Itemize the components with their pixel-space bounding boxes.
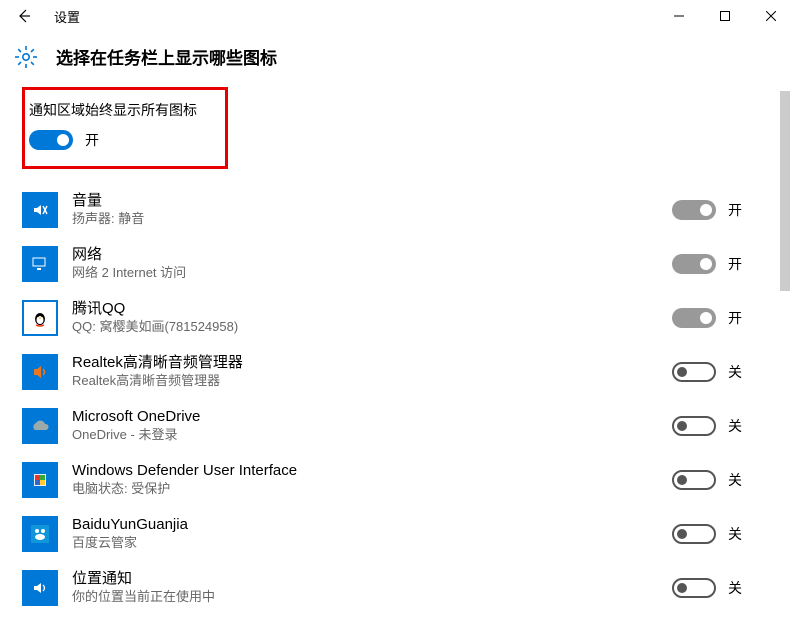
master-toggle-label: 通知区域始终显示所有图标 [29, 100, 215, 120]
scrollbar[interactable] [778, 87, 792, 627]
list-item: 音量扬声器: 静音 开 [22, 183, 772, 237]
item-text: 位置通知你的位置当前正在使用中 [72, 570, 672, 606]
item-subtitle: OneDrive - 未登录 [72, 427, 672, 444]
item-toggle-state: 关 [728, 362, 742, 382]
item-text: 腾讯QQQQ: 窝樱美如画(781524958) [72, 300, 672, 336]
item-text: 网络网络 2 Internet 访问 [72, 246, 672, 282]
item-toggle[interactable] [672, 362, 716, 382]
item-subtitle: 百度云管家 [72, 535, 672, 552]
page-header: 选择在任务栏上显示哪些图标 [0, 32, 794, 87]
list-item: 腾讯QQQQ: 窝樱美如画(781524958) 开 [22, 291, 772, 345]
item-text: Windows Defender User Interface电脑状态: 受保护 [72, 462, 672, 498]
onedrive-icon [22, 408, 58, 444]
item-title: 腾讯QQ [72, 300, 672, 318]
item-toggle[interactable] [672, 578, 716, 598]
location-icon [22, 570, 58, 606]
item-toggle-state: 开 [728, 200, 742, 220]
item-subtitle: 你的位置当前正在使用中 [72, 589, 672, 606]
window-controls [656, 0, 794, 32]
highlight-annotation: 通知区域始终显示所有图标 开 [22, 87, 228, 169]
item-toggle-state: 关 [728, 578, 742, 598]
item-toggle-wrap: 关 [672, 470, 772, 490]
titlebar: 设置 [0, 0, 794, 32]
item-toggle-state: 关 [728, 416, 742, 436]
item-title: 网络 [72, 246, 672, 264]
list-item: Windows Defender User Interface电脑状态: 受保护… [22, 453, 772, 507]
item-subtitle: 电脑状态: 受保护 [72, 481, 672, 498]
list-item: 位置通知你的位置当前正在使用中 关 [22, 561, 772, 615]
volume-icon [22, 192, 58, 228]
item-title: 音量 [72, 192, 672, 210]
baidu-icon [22, 516, 58, 552]
back-button[interactable] [8, 0, 40, 32]
master-toggle-state: 开 [85, 130, 99, 150]
defender-icon [22, 462, 58, 498]
item-toggle-wrap: 开 [672, 254, 772, 274]
item-title: BaiduYunGuanjia [72, 516, 672, 534]
item-subtitle: 扬声器: 静音 [72, 211, 672, 228]
item-toggle-state: 开 [728, 308, 742, 328]
minimize-button[interactable] [656, 0, 702, 32]
item-toggle-wrap: 开 [672, 200, 772, 220]
item-subtitle: QQ: 窝樱美如画(781524958) [72, 319, 672, 336]
item-title: Windows Defender User Interface [72, 462, 672, 480]
item-toggle-state: 开 [728, 254, 742, 274]
item-toggle [672, 200, 716, 220]
item-toggle[interactable] [672, 524, 716, 544]
item-text: Microsoft OneDriveOneDrive - 未登录 [72, 408, 672, 444]
close-button[interactable] [748, 0, 794, 32]
item-toggle [672, 254, 716, 274]
item-toggle[interactable] [672, 416, 716, 436]
item-title: Realtek高清晰音频管理器 [72, 354, 672, 372]
item-title: Microsoft OneDrive [72, 408, 672, 426]
item-subtitle: Realtek高清晰音频管理器 [72, 373, 672, 390]
icon-list: 音量扬声器: 静音开网络网络 2 Internet 访问开腾讯QQQQ: 窝樱美… [22, 183, 772, 615]
scroll-thumb[interactable] [780, 91, 790, 291]
item-toggle-state: 关 [728, 470, 742, 490]
item-text: BaiduYunGuanjia百度云管家 [72, 516, 672, 552]
list-item: Microsoft OneDriveOneDrive - 未登录 关 [22, 399, 772, 453]
item-subtitle: 网络 2 Internet 访问 [72, 265, 672, 282]
item-text: Realtek高清晰音频管理器Realtek高清晰音频管理器 [72, 354, 672, 390]
master-toggle[interactable] [29, 130, 73, 150]
item-toggle-wrap: 关 [672, 524, 772, 544]
maximize-button[interactable] [702, 0, 748, 32]
list-item: 网络网络 2 Internet 访问 开 [22, 237, 772, 291]
page-title: 选择在任务栏上显示哪些图标 [56, 44, 277, 69]
content-area: 通知区域始终显示所有图标 开 音量扬声器: 静音开网络网络 2 Internet… [0, 87, 794, 627]
item-toggle-state: 关 [728, 524, 742, 544]
list-item: Realtek高清晰音频管理器Realtek高清晰音频管理器 关 [22, 345, 772, 399]
item-toggle[interactable] [672, 470, 716, 490]
item-text: 音量扬声器: 静音 [72, 192, 672, 228]
network-icon [22, 246, 58, 282]
realtek-icon [22, 354, 58, 390]
app-title: 设置 [54, 7, 80, 26]
item-title: 位置通知 [72, 570, 672, 588]
qq-icon [22, 300, 58, 336]
list-item: BaiduYunGuanjia百度云管家 关 [22, 507, 772, 561]
settings-gear-icon [14, 45, 38, 69]
item-toggle-wrap: 开 [672, 308, 772, 328]
item-toggle-wrap: 关 [672, 578, 772, 598]
item-toggle-wrap: 关 [672, 416, 772, 436]
item-toggle-wrap: 关 [672, 362, 772, 382]
item-toggle [672, 308, 716, 328]
